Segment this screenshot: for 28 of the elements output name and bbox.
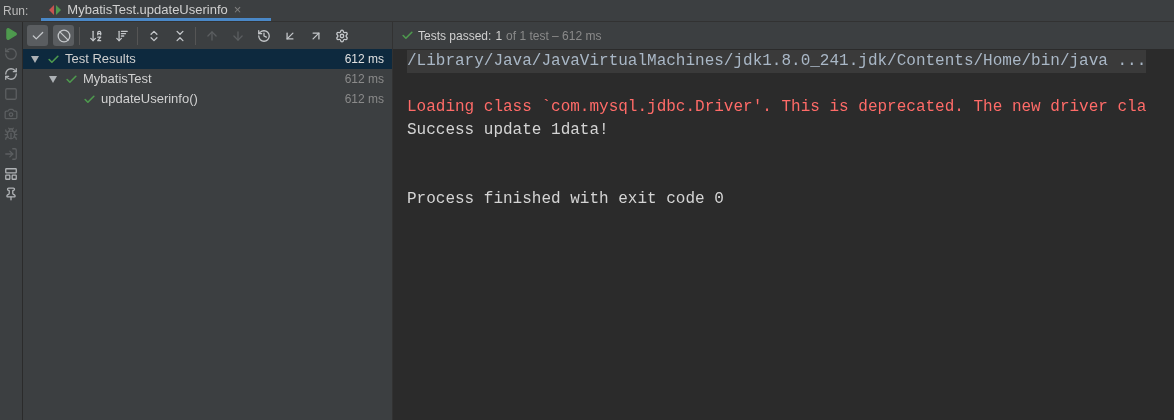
tree-row[interactable]: MybatisTest 612 ms [23,69,392,89]
console-line: Success update 1data! [407,120,609,141]
status-label: Tests passed: [418,27,492,45]
expand-arrow-icon[interactable] [49,75,57,83]
test-duration: 612 ms [344,91,384,108]
pin-icon[interactable] [4,187,18,201]
check-icon [401,29,414,42]
check-icon [83,92,96,106]
error-line: Loading class `com.mysql.jdbc.Driver'. This is deprecated. The new driver cla [407,97,1147,118]
run-config-icon [49,4,62,15]
passed-count: 1 [495,27,503,45]
tree-row[interactable]: updateUserinfo() 612 ms [23,89,392,109]
check-icon [47,52,60,66]
layout-icon[interactable] [4,167,18,181]
refresh-icon[interactable] [4,67,18,81]
run-icon[interactable] [4,27,18,41]
test-name: Test Results [65,50,136,69]
status-detail: of 1 test – 612 ms [506,27,602,45]
tab-title: MybatisTest.updateUserinfo [67,0,228,19]
tree-row[interactable]: Test Results 612 ms [23,49,392,69]
test-name: MybatisTest [83,70,152,89]
test-duration: 612 ms [344,71,384,88]
test-name: updateUserinfo() [101,90,198,109]
test-duration: 612 ms [344,51,384,68]
console-line: Process finished with exit code 0 [407,189,724,210]
run-label: Run: [2,2,30,20]
expand-arrow-icon[interactable] [31,55,39,63]
check-icon [65,72,78,86]
